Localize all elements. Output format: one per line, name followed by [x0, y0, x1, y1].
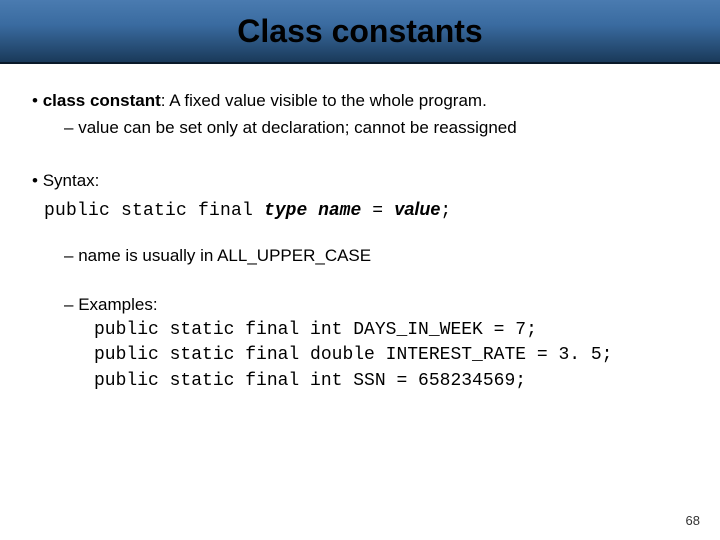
syntax-prefix: public static final [44, 201, 264, 221]
bullet-dot-icon [32, 171, 43, 190]
example-line-1: public static final int DAYS_IN_WEEK = 7… [94, 319, 700, 342]
syntax-value: value [394, 199, 440, 219]
bullet-dot-icon [32, 91, 43, 110]
syntax-type: type [264, 201, 307, 221]
example-line-2: public static final double INTEREST_RATE… [94, 344, 700, 367]
syntax-label: Syntax: [43, 171, 100, 190]
syntax-eq: = [361, 201, 394, 221]
definition-text: : A fixed value visible to the whole pro… [161, 91, 487, 110]
term: class constant [43, 91, 161, 110]
syntax-space [307, 201, 318, 221]
syntax-name: name [318, 201, 361, 221]
sub-bullet-examples: Examples: [64, 294, 700, 317]
sub-bullet-1-text: value can be set only at declaration; ca… [78, 118, 517, 137]
bullet-syntax: Syntax: [32, 170, 700, 193]
name-note-text: name is usually in ALL_UPPER_CASE [78, 246, 371, 265]
syntax-semi: ; [440, 201, 451, 221]
syntax-line: public static final type name = value; [44, 197, 700, 223]
slide-title: Class constants [237, 13, 482, 50]
sub-bullet-1: value can be set only at declaration; ca… [64, 117, 700, 140]
title-bar: Class constants [0, 0, 720, 64]
example-line-3: public static final int SSN = 658234569; [94, 370, 700, 393]
dash-icon [64, 118, 78, 137]
page-number: 68 [686, 513, 700, 528]
dash-icon [64, 246, 78, 265]
dash-icon [64, 295, 78, 314]
sub-bullet-namenote: name is usually in ALL_UPPER_CASE [64, 245, 700, 268]
examples-label: Examples: [78, 295, 157, 314]
slide-content: class constant: A fixed value visible to… [0, 64, 720, 393]
bullet-definition: class constant: A fixed value visible to… [32, 90, 700, 113]
